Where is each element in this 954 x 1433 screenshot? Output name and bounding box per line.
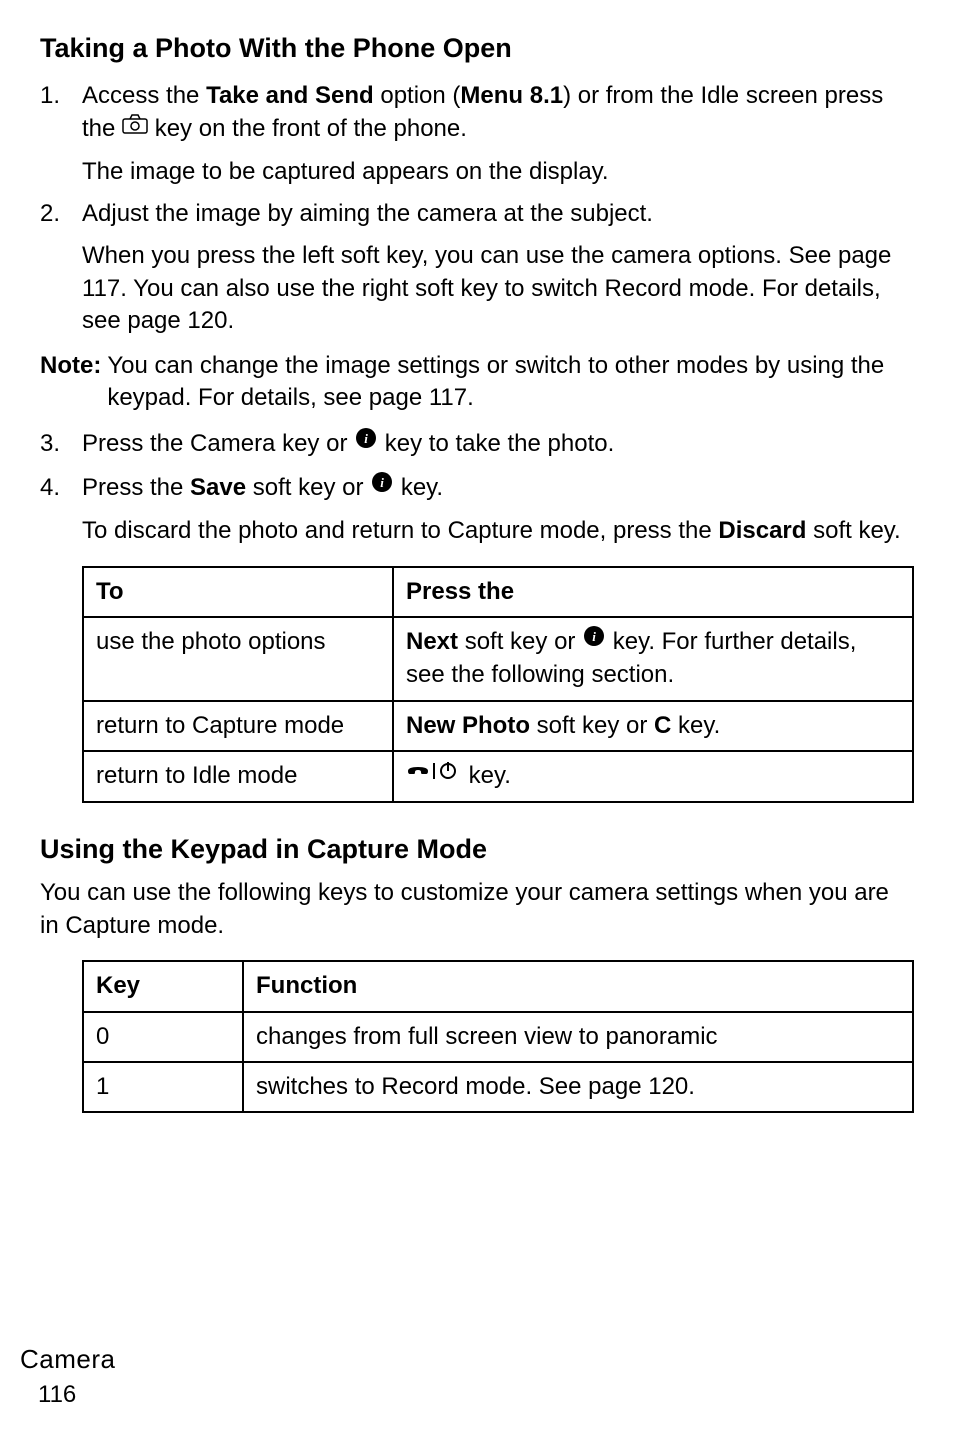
- footer-page-number: 116: [38, 1379, 115, 1411]
- table-header-row: Key Function: [83, 961, 913, 1011]
- step-body: Press the Save soft key or i key.: [82, 472, 914, 505]
- table-row: 1 switches to Record mode. See page 120.: [83, 1062, 913, 1112]
- bold-text: New Photo: [406, 712, 530, 739]
- note-label: Note:: [40, 350, 101, 415]
- svg-text:i: i: [380, 475, 384, 490]
- table-row: 0 changes from full screen view to panor…: [83, 1012, 913, 1062]
- text: key to take the photo.: [378, 430, 614, 457]
- note-body: You can change the image settings or swi…: [107, 350, 914, 415]
- table-header-row: To Press the: [83, 567, 913, 617]
- step-body: Adjust the image by aiming the camera at…: [82, 198, 914, 230]
- column-header-to: To: [83, 567, 393, 617]
- step-1-sub: The image to be captured appears on the …: [82, 156, 914, 188]
- text: key.: [671, 712, 720, 739]
- cell-press: key.: [393, 751, 913, 802]
- step-number: 3.: [40, 428, 82, 461]
- ok-key-icon: i: [370, 470, 394, 503]
- bold-text: C: [654, 712, 671, 739]
- bold-text: Menu 8.1: [460, 82, 563, 109]
- cell-key: 0: [83, 1012, 243, 1062]
- text: soft key or: [530, 712, 654, 739]
- camera-icon: [122, 111, 148, 143]
- text: key.: [462, 762, 511, 789]
- text: key.: [394, 474, 443, 501]
- bold-text: Next: [406, 628, 458, 655]
- svg-text:i: i: [592, 629, 596, 644]
- keypad-table: Key Function 0 changes from full screen …: [82, 960, 914, 1113]
- text: soft key or: [246, 474, 370, 501]
- ok-key-icon: i: [582, 624, 606, 657]
- svg-text:i: i: [364, 431, 368, 446]
- step-body: Access the Take and Send option (Menu 8.…: [82, 80, 914, 145]
- text: Access the: [82, 82, 206, 109]
- end-power-key-icon: [406, 759, 462, 791]
- cell-to: return to Idle mode: [83, 751, 393, 802]
- page-footer: Camera 116: [20, 1342, 115, 1411]
- heading-using-keypad: Using the Keypad in Capture Mode: [40, 831, 914, 867]
- step-1: 1. Access the Take and Send option (Menu…: [40, 80, 914, 145]
- text: Press the Camera key or: [82, 430, 354, 457]
- cell-press: Next soft key or i key. For further deta…: [393, 617, 913, 701]
- step-body: Press the Camera key or i key to take th…: [82, 428, 914, 461]
- cell-press: New Photo soft key or C key.: [393, 701, 913, 751]
- note-block: Note: You can change the image settings …: [40, 350, 914, 415]
- table-row: return to Idle mode key.: [83, 751, 913, 802]
- cell-key: 1: [83, 1062, 243, 1112]
- step-number: 4.: [40, 472, 82, 505]
- ok-key-icon: i: [354, 426, 378, 459]
- text: soft key or: [458, 628, 582, 655]
- step-2-sub: When you press the left soft key, you ca…: [82, 240, 914, 337]
- table-row: return to Capture mode New Photo soft ke…: [83, 701, 913, 751]
- body-paragraph: You can use the following keys to custom…: [40, 877, 914, 942]
- step-4-sub: To discard the photo and return to Captu…: [82, 515, 914, 547]
- bold-text: Discard: [718, 517, 806, 544]
- step-number: 2.: [40, 198, 82, 230]
- cell-function: changes from full screen view to panoram…: [243, 1012, 913, 1062]
- column-header-press: Press the: [393, 567, 913, 617]
- actions-table: To Press the use the photo options Next …: [82, 566, 914, 803]
- table-row: use the photo options Next soft key or i…: [83, 617, 913, 701]
- footer-section-name: Camera: [20, 1342, 115, 1377]
- text: key on the front of the phone.: [148, 115, 467, 142]
- step-4: 4. Press the Save soft key or i key.: [40, 472, 914, 505]
- text: Press the: [82, 474, 190, 501]
- text: option (: [374, 82, 461, 109]
- bold-text: Save: [190, 474, 246, 501]
- step-2: 2. Adjust the image by aiming the camera…: [40, 198, 914, 230]
- step-number: 1.: [40, 80, 82, 145]
- step-3: 3. Press the Camera key or i key to take…: [40, 428, 914, 461]
- column-header-key: Key: [83, 961, 243, 1011]
- text: soft key.: [806, 517, 900, 544]
- bold-text: Take and Send: [206, 82, 374, 109]
- cell-function: switches to Record mode. See page 120.: [243, 1062, 913, 1112]
- cell-to: use the photo options: [83, 617, 393, 701]
- text: To discard the photo and return to Captu…: [82, 517, 718, 544]
- heading-taking-photo: Taking a Photo With the Phone Open: [40, 30, 914, 66]
- column-header-function: Function: [243, 961, 913, 1011]
- cell-to: return to Capture mode: [83, 701, 393, 751]
